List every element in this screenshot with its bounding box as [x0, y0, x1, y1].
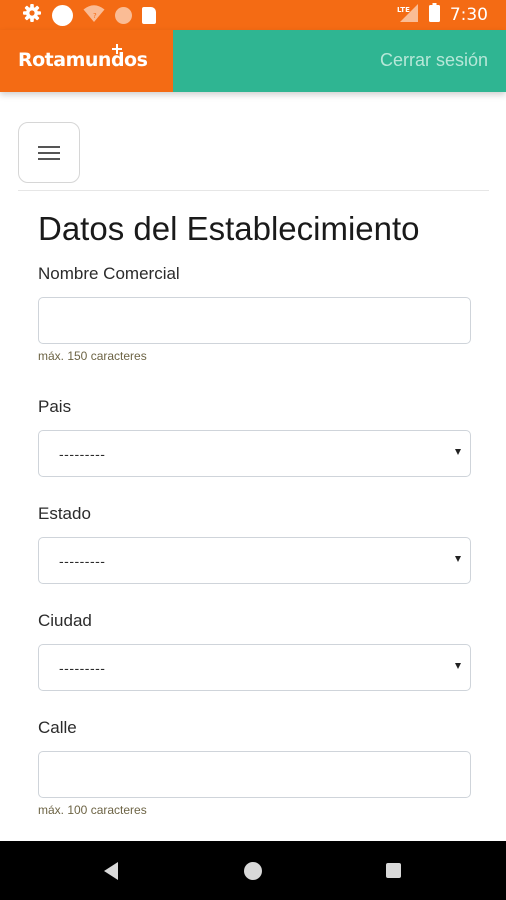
nombre-comercial-input[interactable]: [38, 297, 471, 344]
pais-label: Pais: [38, 397, 72, 416]
ciudad-selected-value: ---------: [59, 660, 106, 676]
home-icon[interactable]: [244, 862, 262, 880]
recents-icon[interactable]: [386, 863, 401, 878]
header-actions: Cerrar sesión: [173, 30, 506, 92]
hamburger-icon: [38, 145, 60, 160]
status-clock: 7:30: [449, 5, 488, 25]
ciudad-select[interactable]: ---------: [38, 644, 471, 691]
svg-text:?: ?: [93, 12, 97, 20]
brand-name: Rotamundos: [18, 49, 148, 71]
battery-icon: [428, 3, 440, 27]
nombre-comercial-label: Nombre Comercial: [38, 264, 180, 283]
divider: [18, 190, 489, 191]
circle-icon: [115, 6, 132, 24]
back-icon[interactable]: [104, 862, 118, 880]
nombre-comercial-help: máx. 150 caracteres: [38, 349, 147, 363]
pais-selected-value: ---------: [59, 446, 106, 462]
pais-select[interactable]: ---------: [38, 430, 471, 477]
plus-icon: [112, 44, 122, 54]
page-title: Datos del Establecimiento: [38, 210, 420, 247]
caret-down-icon: [455, 449, 461, 455]
navigation-bar: [0, 841, 506, 900]
circle-icon: [52, 4, 73, 26]
calle-input[interactable]: [38, 751, 471, 798]
status-bar-system: LTE 7:30: [397, 3, 488, 28]
caret-down-icon: [455, 556, 461, 562]
app-header: Rotamundos Cerrar sesión: [0, 30, 506, 92]
calle-help: máx. 100 caracteres: [38, 803, 147, 817]
gear-icon: [22, 3, 42, 28]
menu-toggle-button[interactable]: [18, 122, 80, 183]
wifi-question-icon: ?: [83, 3, 105, 28]
estado-selected-value: ---------: [59, 553, 106, 569]
status-bar-notifications: ?: [22, 3, 156, 28]
caret-down-icon: [455, 663, 461, 669]
sd-card-icon: [142, 6, 156, 24]
logout-link[interactable]: Cerrar sesión: [380, 50, 488, 71]
lte-signal-icon: LTE: [397, 3, 419, 28]
ciudad-label: Ciudad: [38, 611, 92, 630]
status-bar: ? LTE 7:30: [0, 0, 506, 30]
estado-select[interactable]: ---------: [38, 537, 471, 584]
network-type-label: LTE: [397, 6, 410, 14]
estado-label: Estado: [38, 504, 91, 523]
brand-logo[interactable]: Rotamundos: [0, 30, 173, 92]
calle-label: Calle: [38, 718, 77, 737]
